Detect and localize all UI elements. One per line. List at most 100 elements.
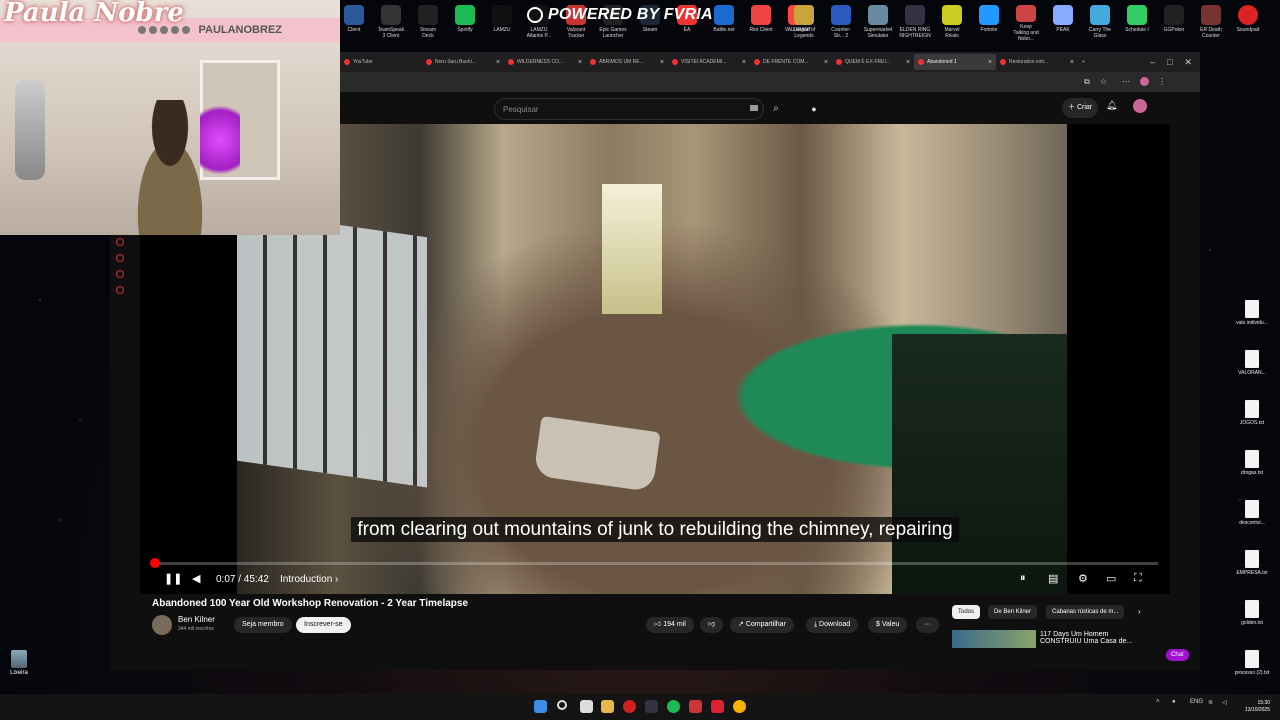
chip-all[interactable]: Todos [952, 605, 981, 619]
join-button[interactable]: Seja membro [234, 617, 292, 633]
menu-icon[interactable]: ⋮ [1158, 77, 1166, 86]
like-button[interactable]: 👍︎ 194 mil [646, 617, 694, 633]
clock[interactable]: 15:30 13/10/2025 [1245, 700, 1270, 714]
app-shortcut[interactable]: Stream Deck [414, 0, 442, 42]
app-shortcut[interactable]: Soundpad [1234, 0, 1262, 42]
recommended-video[interactable]: 117 Days Um Homem CONSTRUIU Uma Casa de.… [952, 630, 1152, 660]
desktop-file[interactable]: processo (2).txt [1232, 650, 1272, 698]
file-explorer-icon[interactable] [601, 700, 614, 713]
chip-topic[interactable]: Cabanas rústicas de m... [1046, 605, 1125, 619]
browser-tab[interactable]: ABRIMOS UM RE... × [586, 54, 668, 70]
spotify-icon[interactable] [667, 700, 680, 713]
search-icon[interactable]: ⌕ [765, 98, 787, 120]
channel-avatar[interactable] [152, 615, 172, 635]
extension-icon[interactable]: ⧉ [1084, 77, 1090, 87]
close-icon[interactable]: × [824, 59, 828, 66]
app-shortcut[interactable]: Battle.net [710, 0, 738, 42]
app-shortcut[interactable]: LAMZU [488, 0, 516, 42]
desktop-file[interactable]: JOGOS.txt [1232, 400, 1272, 448]
browser-tab[interactable]: DE FRENTE COM... × [750, 54, 832, 70]
channel-name[interactable]: Ben Kilner [178, 615, 215, 624]
desktop-file[interactable]: valo individu... [1232, 300, 1272, 348]
fullscreen-icon[interactable]: ⛶ [1134, 572, 1142, 585]
subtitles-icon[interactable]: ▤ [1048, 572, 1058, 585]
app-shortcut[interactable]: PEAK [1049, 0, 1077, 42]
desktop-file[interactable]: EMPRESA.txt [1232, 550, 1272, 598]
desktop-file[interactable]: VALORAN... [1232, 350, 1272, 398]
close-icon[interactable]: × [906, 59, 910, 66]
app-shortcut[interactable]: Spotify [451, 0, 479, 42]
maximize-icon[interactable]: □ [1167, 52, 1172, 72]
close-icon[interactable]: × [578, 59, 582, 66]
chevron-right-icon[interactable]: › [1138, 607, 1141, 616]
search-icon[interactable] [557, 700, 567, 710]
share-button[interactable]: ↗ Compartilhar [730, 617, 794, 633]
close-window-icon[interactable]: ✕ [1184, 52, 1192, 72]
puzzle-icon[interactable]: ⋯ [1122, 77, 1130, 86]
close-icon[interactable]: × [1070, 59, 1074, 66]
app-shortcut[interactable]: League of Legends [790, 0, 818, 42]
minimize-icon[interactable]: – [1150, 52, 1155, 72]
create-button[interactable]: ＋ Criar [1062, 98, 1099, 118]
app-shortcut[interactable]: TeamSpeak 3 Client [377, 0, 405, 42]
thanks-button[interactable]: $ Valeu [868, 617, 908, 633]
app-icon[interactable] [711, 700, 724, 713]
chat-button[interactable]: Chat [1166, 649, 1189, 661]
tray-icon[interactable]: ● [1172, 699, 1176, 705]
windows-start-icon[interactable] [534, 700, 547, 713]
browser-tab[interactable]: Restoration extr... × [996, 54, 1078, 70]
wifi-icon[interactable]: ≋ [1208, 699, 1213, 706]
browser-tab[interactable]: QUEM É EX-FREI... × [832, 54, 914, 70]
dislike-button[interactable]: 👎︎ [700, 617, 724, 633]
app-shortcut[interactable]: Schedule I [1123, 0, 1151, 42]
app-shortcut[interactable]: Marvel Rivals [938, 0, 966, 42]
app-shortcut[interactable]: ELDEN RING NIGHTREIGN [899, 0, 931, 42]
browser-tab[interactable]: WILDERNESS CO... × [504, 54, 586, 70]
chapter-label[interactable]: Introduction › [280, 574, 338, 585]
app-shortcut[interactable]: ER Death Counter [1197, 0, 1225, 42]
chevron-up-icon[interactable]: ˄ [1156, 699, 1160, 705]
desktop-file[interactable]: descontoi... [1232, 500, 1272, 548]
app-shortcut[interactable]: Riot Client [747, 0, 775, 42]
search-input[interactable]: Pesquisar [494, 98, 764, 120]
browser-tab-active[interactable]: Abandoned 1 × [914, 54, 996, 70]
download-button[interactable]: ⤓ Download [806, 617, 859, 633]
recycle-bin[interactable]: Lixeira [6, 650, 32, 676]
app-icon[interactable] [623, 700, 636, 713]
subscribe-button[interactable]: Inscrever-se [296, 617, 351, 633]
task-view-icon[interactable] [580, 700, 593, 713]
app-shortcut[interactable]: Keep Talking and Nobo... [1012, 0, 1040, 42]
bell-icon[interactable]: 🔔︎ [1106, 100, 1117, 111]
keyboard-icon[interactable] [750, 105, 758, 111]
star-icon[interactable]: ☆ [1100, 77, 1107, 86]
close-icon[interactable]: × [988, 59, 992, 66]
browser-tab[interactable]: YouTube [340, 54, 422, 70]
app-shortcut[interactable]: GGPoker [1160, 0, 1188, 42]
desktop-file[interactable]: golden.txt [1232, 600, 1272, 648]
app-icon[interactable] [645, 700, 658, 713]
chip-channel[interactable]: De Ben Kilner [988, 605, 1038, 619]
pause-icon[interactable]: ❚❚ [164, 572, 182, 585]
scrubber-handle[interactable] [149, 558, 160, 568]
autoplay-toggle-icon[interactable]: ⏸︎ [1020, 572, 1026, 585]
close-icon[interactable]: × [660, 59, 664, 66]
close-icon[interactable]: × [742, 59, 746, 66]
volume-icon[interactable]: ◀︎ [192, 572, 200, 585]
theater-icon[interactable]: ▭ [1106, 572, 1116, 585]
avatar[interactable] [1133, 99, 1147, 113]
chrome-icon[interactable] [733, 700, 746, 713]
browser-tab[interactable]: VISITEI ACADEMI... × [668, 54, 750, 70]
more-actions-button[interactable]: ··· [916, 617, 939, 633]
app-shortcut[interactable]: Supermarket Simulator [864, 0, 892, 42]
language-indicator[interactable]: ENG [1190, 699, 1203, 705]
app-shortcut[interactable]: Client [340, 0, 368, 42]
volume-icon[interactable]: ◁ [1222, 699, 1227, 706]
desktop-file[interactable]: drogas.txt [1232, 450, 1272, 498]
settings-icon[interactable]: ⚙︎ [1078, 572, 1088, 585]
browser-tab[interactable]: Noru Saru Bushi... × [422, 54, 504, 70]
app-shortcut[interactable]: Counter-Str... 2 [827, 0, 855, 42]
progress-bar[interactable] [149, 558, 1158, 568]
new-tab-button[interactable]: + [1078, 54, 1098, 70]
app-icon[interactable] [689, 700, 702, 713]
close-icon[interactable]: × [496, 59, 500, 66]
